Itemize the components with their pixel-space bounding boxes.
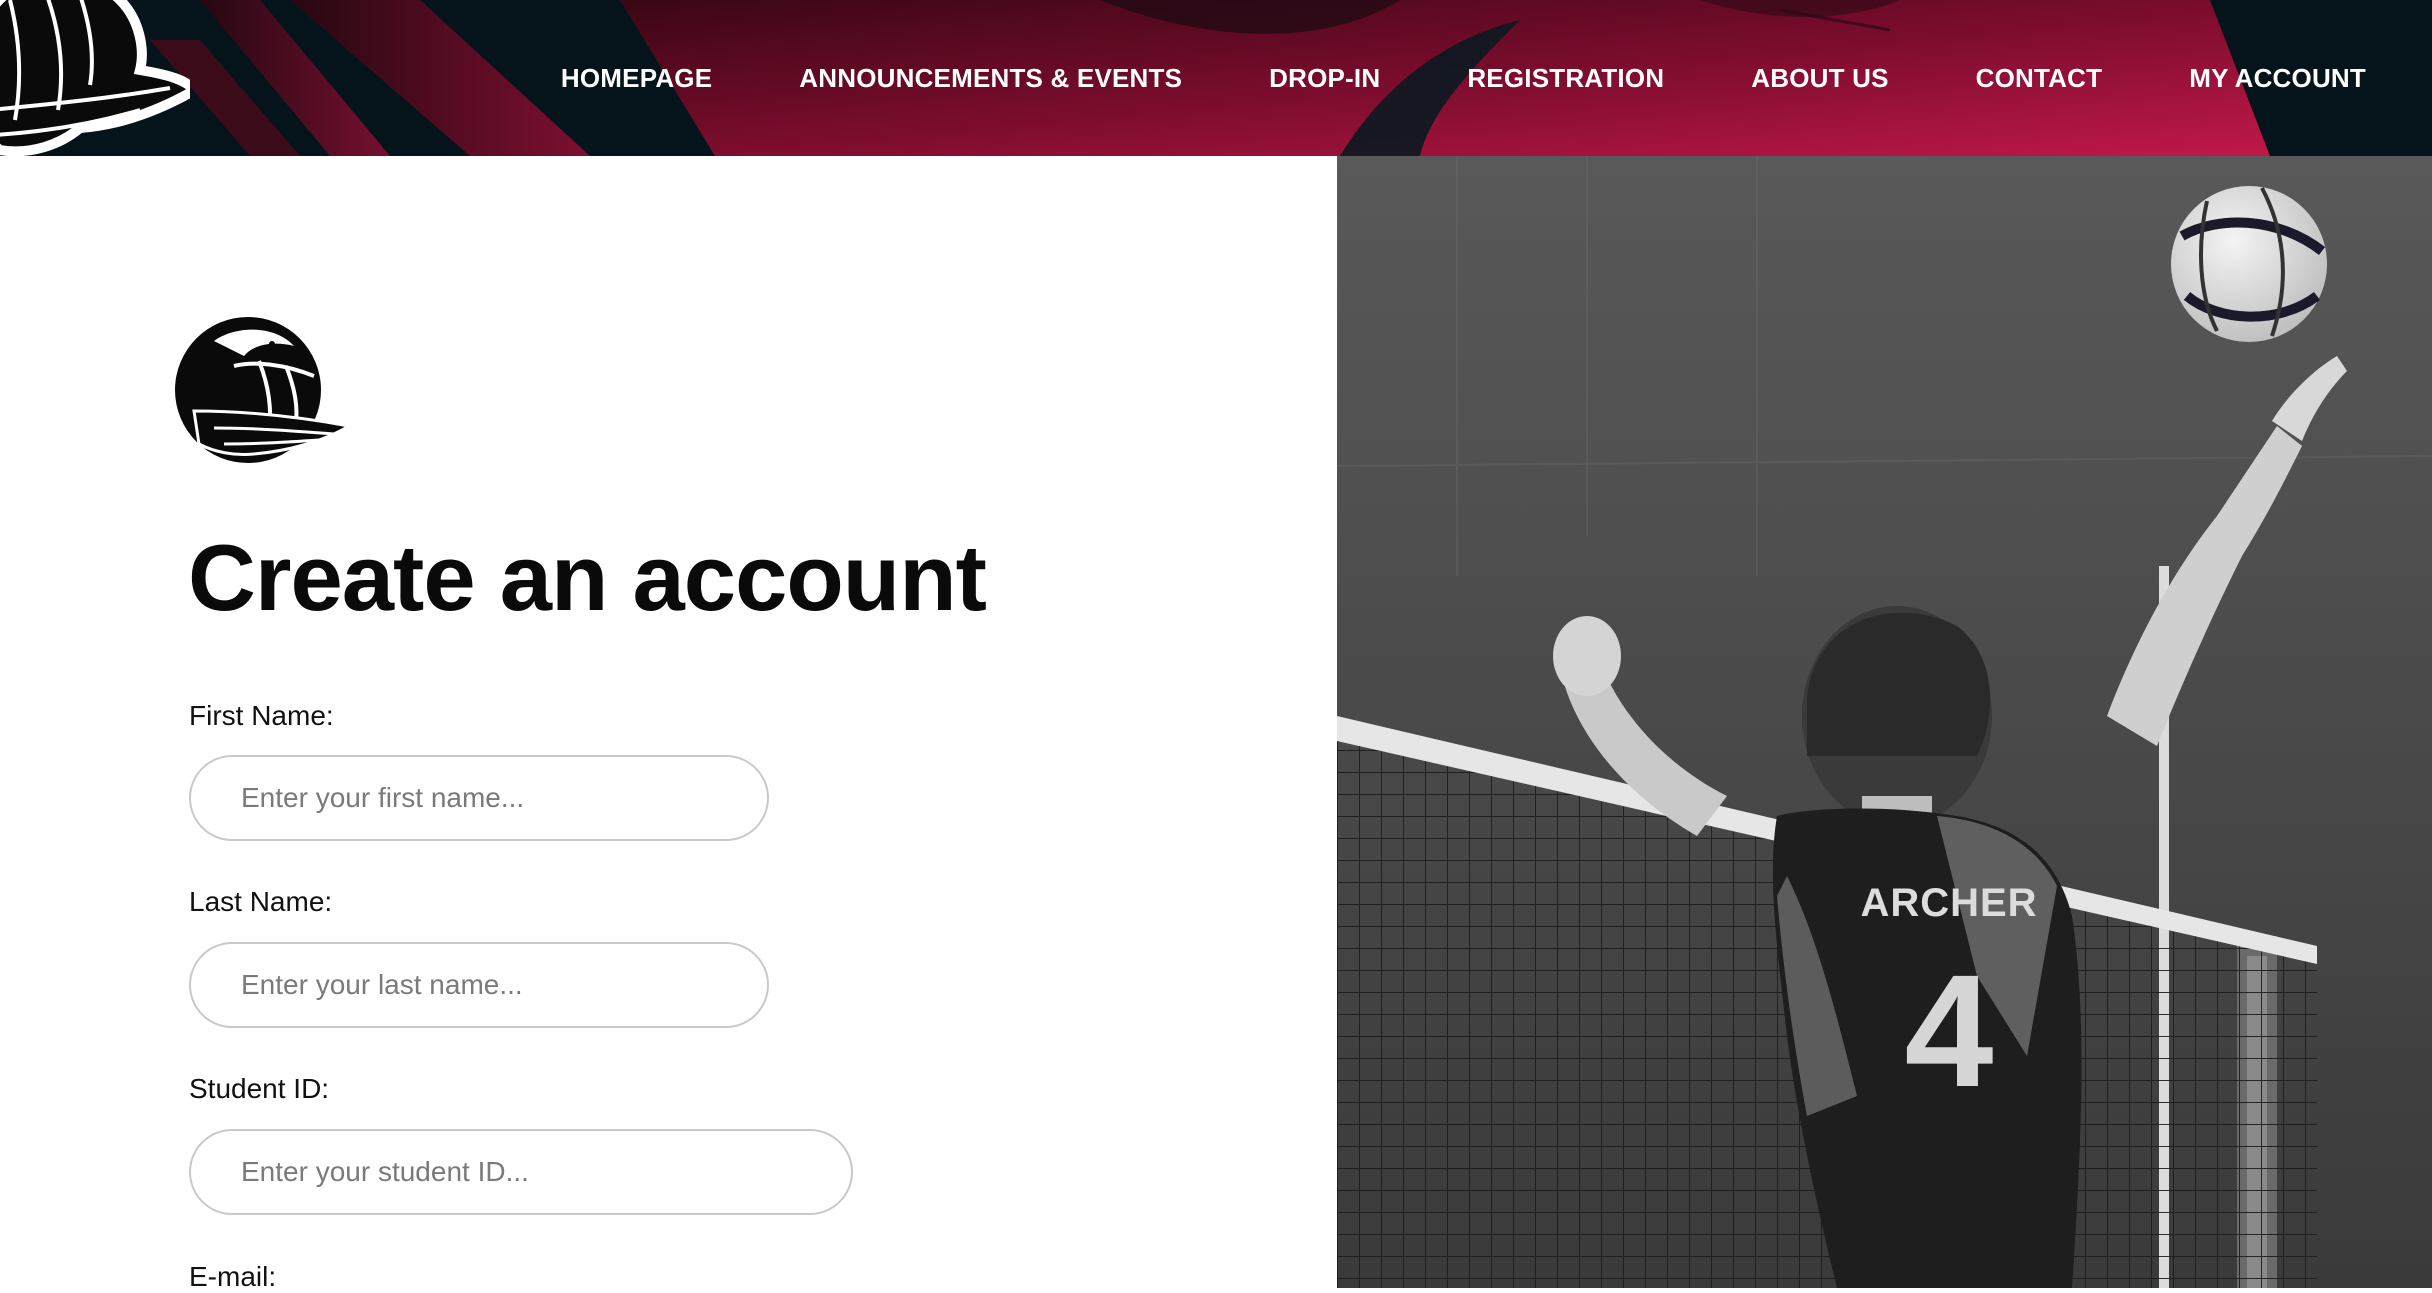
home-logo-icon[interactable]	[0, 0, 190, 200]
nav-registration[interactable]: REGISTRATION	[1467, 63, 1664, 94]
main-nav: HOMEPAGE ANNOUNCEMENTS & EVENTS DROP-IN …	[561, 0, 2432, 156]
nav-contact[interactable]: CONTACT	[1976, 63, 2103, 94]
first-name-input[interactable]	[189, 755, 769, 841]
last-name-input[interactable]	[189, 942, 769, 1028]
jersey-name: ARCHER	[1860, 881, 2037, 925]
nav-my-account[interactable]: MY ACCOUNT	[2189, 63, 2366, 94]
site-header: HOMEPAGE ANNOUNCEMENTS & EVENTS DROP-IN …	[0, 0, 2432, 156]
first-name-label: First Name:	[189, 700, 334, 731]
nav-about-us[interactable]: ABOUT US	[1751, 63, 1888, 94]
volleyball-photo: ARCHER 4	[1337, 156, 2432, 1288]
student-id-label: Student ID:	[189, 1073, 330, 1104]
email-label: E-mail:	[189, 1261, 277, 1292]
student-id-input[interactable]	[189, 1129, 853, 1215]
page-title: Create an account	[188, 525, 987, 630]
nav-announcements-events[interactable]: ANNOUNCEMENTS & EVENTS	[799, 63, 1182, 94]
nav-homepage[interactable]: HOMEPAGE	[561, 63, 712, 94]
jersey-number: 4	[1905, 941, 1994, 1120]
last-name-label: Last Name:	[189, 886, 333, 917]
volleyball-ball	[2171, 186, 2327, 342]
volleyball-bird-logo-icon	[175, 317, 354, 463]
create-account-form: Create an account First Name: Last Name:…	[0, 156, 1337, 1292]
volleyball-player-image: ARCHER 4	[1337, 156, 2432, 1288]
nav-drop-in[interactable]: DROP-IN	[1269, 63, 1380, 94]
